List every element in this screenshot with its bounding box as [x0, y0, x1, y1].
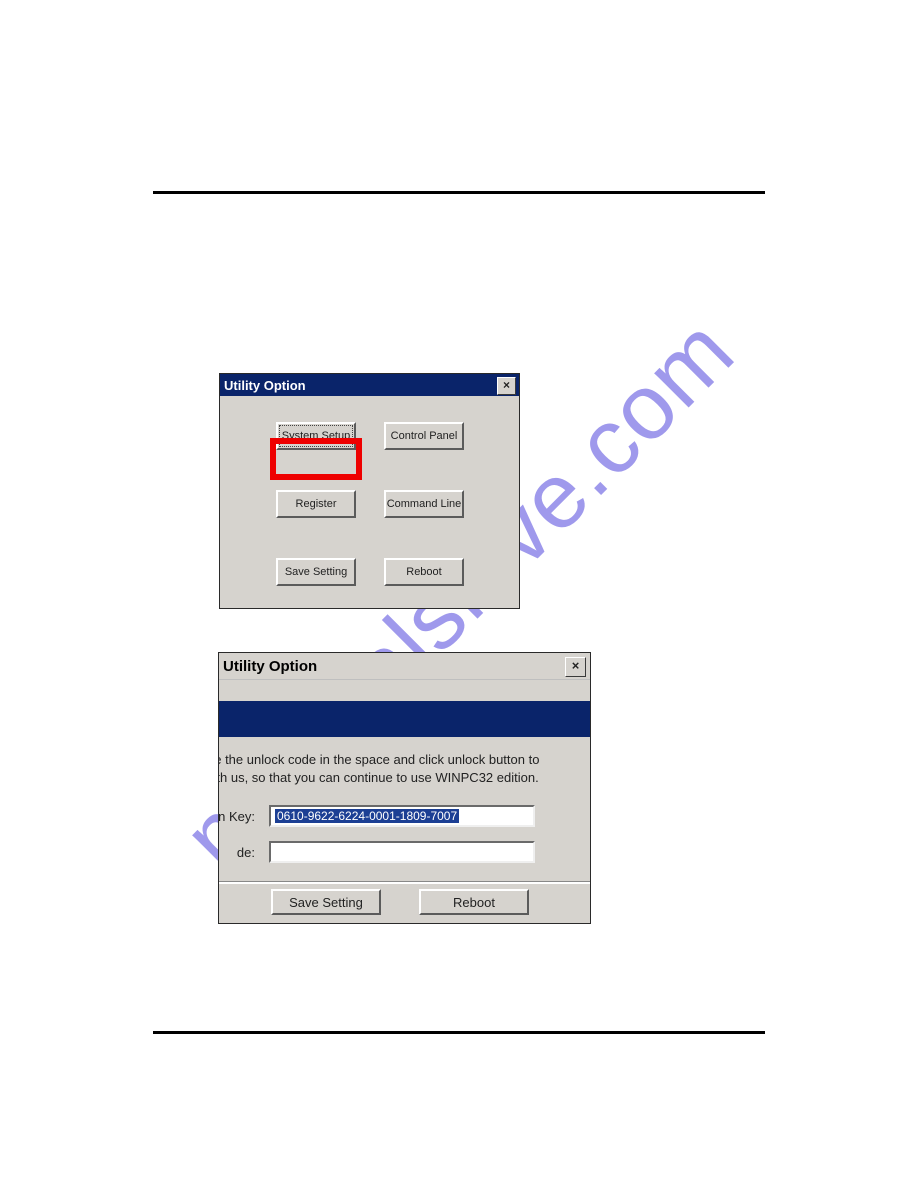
dialog-title: Utility Option: [224, 378, 306, 393]
control-panel-label: Control Panel: [391, 430, 458, 442]
key-field[interactable]: 0610-9622-6224-0001-1809-7007: [269, 805, 535, 827]
reboot-label: Reboot: [453, 895, 495, 910]
register-label: Register: [296, 498, 337, 510]
reboot-button[interactable]: Reboot: [384, 558, 464, 586]
bottom-rule: [153, 1031, 765, 1034]
control-panel-button[interactable]: Control Panel: [384, 422, 464, 450]
close-button[interactable]: ×: [565, 657, 586, 677]
instruction-line-1: pe the unlock code in the space and clic…: [218, 752, 539, 767]
utility-option-dialog-1: Utility Option × System Setup Control Pa…: [219, 373, 520, 609]
utility-option-dialog-2: Utility Option × pe the unlock code in t…: [218, 652, 591, 924]
command-line-label: Command Line: [387, 498, 462, 510]
reboot-button[interactable]: Reboot: [419, 889, 529, 915]
save-setting-button[interactable]: Save Setting: [271, 889, 381, 915]
command-line-button[interactable]: Command Line: [384, 490, 464, 518]
dialog2-titlebar: Utility Option ×: [219, 653, 590, 680]
save-setting-button[interactable]: Save Setting: [276, 558, 356, 586]
system-setup-button[interactable]: System Setup: [276, 422, 356, 450]
key-label: on Key:: [218, 809, 255, 824]
save-setting-label: Save Setting: [289, 895, 363, 910]
close-button[interactable]: ×: [497, 377, 516, 395]
register-button[interactable]: Register: [276, 490, 356, 518]
dialog-titlebar: Utility Option ×: [220, 374, 519, 396]
dialog2-divider: [219, 881, 590, 884]
code-field[interactable]: [269, 841, 535, 863]
key-row: on Key: 0610-9622-6224-0001-1809-7007: [218, 805, 587, 827]
top-rule: [153, 191, 765, 194]
save-setting-label: Save Setting: [285, 566, 347, 578]
reboot-label: Reboot: [406, 566, 441, 578]
dialog-body: System Setup Control Panel Register Comm…: [220, 396, 519, 608]
key-value: 0610-9622-6224-0001-1809-7007: [275, 809, 459, 823]
dialog2-button-row: Save Setting Reboot: [219, 889, 590, 921]
system-setup-label: System Setup: [282, 430, 350, 442]
dialog2-header-bar: [219, 701, 590, 737]
instruction-text: pe the unlock code in the space and clic…: [218, 751, 591, 787]
dialog2-title: Utility Option: [223, 658, 317, 675]
code-row: de:: [218, 841, 587, 863]
instruction-line-2: vith us, so that you can continue to use…: [218, 770, 539, 785]
code-label: de:: [218, 845, 255, 860]
